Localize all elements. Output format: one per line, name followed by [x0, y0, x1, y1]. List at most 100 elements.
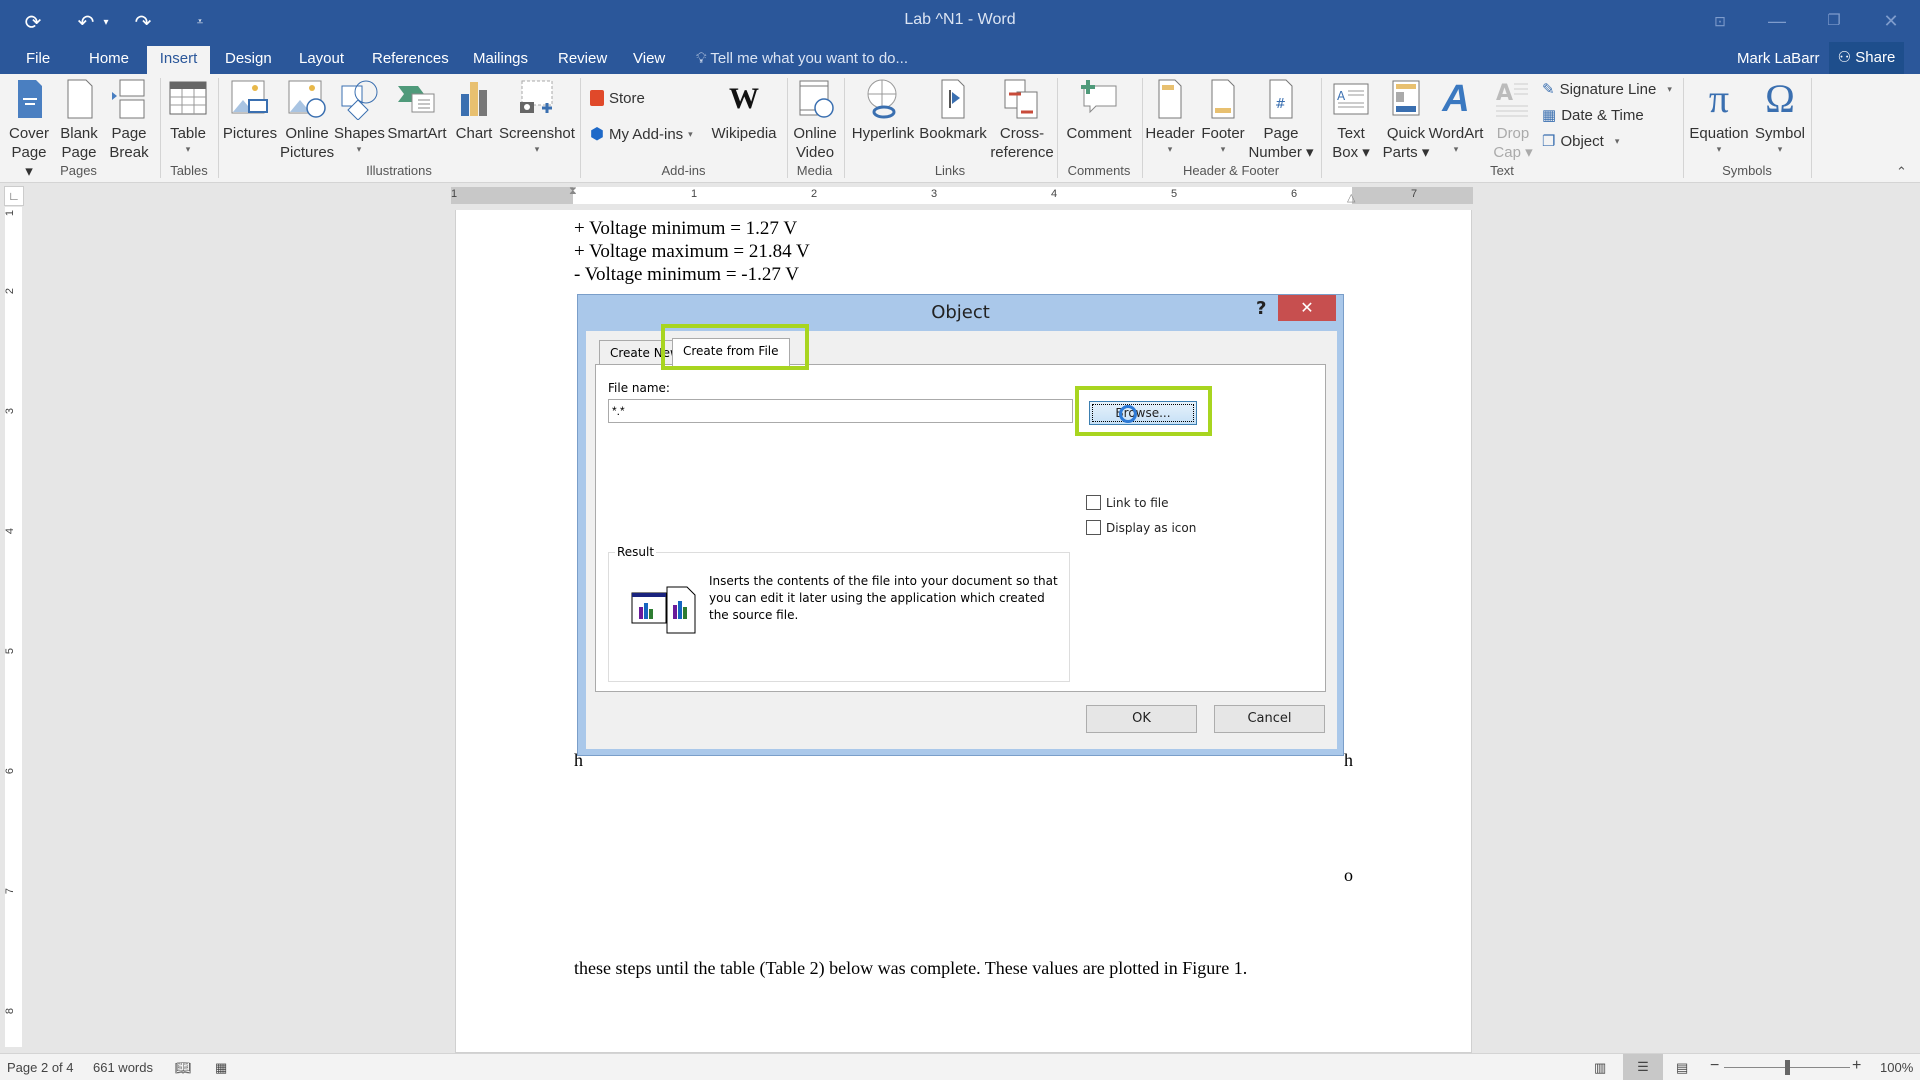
indent-marker-icon[interactable]: ⧗: [569, 185, 577, 198]
ribbon-display-options-icon[interactable]: ⊡: [1700, 6, 1740, 36]
drop-cap-button[interactable]: A Drop Cap ▾: [1490, 78, 1536, 162]
ruler-tick-label: 6: [4, 767, 17, 775]
ruler-tick-label: 1: [451, 188, 458, 200]
collapse-ribbon-icon[interactable]: ⌃: [1896, 164, 1907, 180]
restore-icon[interactable]: ❐: [1814, 6, 1854, 36]
browse-button[interactable]: Browse...: [1089, 401, 1197, 425]
online-pictures-button[interactable]: Online Pictures: [280, 78, 334, 162]
footer-button[interactable]: Footer ▾: [1198, 78, 1248, 155]
bookmark-button[interactable]: Bookmark: [918, 78, 988, 143]
tell-me-search[interactable]: 💡︎ Tell me what you want to do...: [696, 46, 908, 74]
blank-page-button[interactable]: Blank Page: [56, 78, 102, 162]
share-person-icon: ⚇: [1837, 49, 1856, 66]
omega-icon: Ω: [1765, 76, 1795, 121]
horizontal-ruler[interactable]: 1 1 2 3 4 5 6 7 ⧗ △: [451, 185, 1473, 204]
date-time-button[interactable]: ▦ Date & Time: [1542, 103, 1644, 127]
ruler-text-area: [573, 187, 1352, 204]
display-as-icon-checkbox[interactable]: Display as icon: [1086, 520, 1196, 535]
web-layout-icon[interactable]: ▤: [1676, 1060, 1688, 1076]
svg-text:#: #: [1275, 97, 1286, 112]
my-addins-button[interactable]: ⬢ My Add-ins ▾: [590, 122, 693, 146]
ok-button[interactable]: OK: [1086, 705, 1197, 733]
proofing-icon[interactable]: 📖︎: [175, 1060, 192, 1076]
zoom-slider-thumb[interactable]: [1785, 1060, 1790, 1075]
macro-record-icon[interactable]: ▦: [215, 1060, 227, 1076]
dialog-close-button[interactable]: ✕: [1278, 295, 1336, 321]
link-to-file-checkbox[interactable]: Link to file: [1086, 495, 1169, 510]
pictures-button[interactable]: Pictures: [222, 78, 278, 143]
shapes-button[interactable]: Shapes ▾: [334, 78, 385, 155]
user-name[interactable]: Mark LaBarr: [1737, 46, 1820, 74]
word-count[interactable]: 661 words: [93, 1060, 153, 1075]
screenshot-button[interactable]: Screenshot ▾: [499, 78, 575, 155]
header-button[interactable]: Header ▾: [1144, 78, 1196, 155]
tab-mailings[interactable]: Mailings: [467, 46, 534, 74]
cross-reference-button[interactable]: Cross-reference: [990, 78, 1054, 162]
tab-file[interactable]: File: [20, 46, 56, 74]
checkbox-box: [1086, 495, 1101, 510]
vertical-ruler[interactable]: 1 2 3 4 5 6 7 8: [4, 207, 22, 1047]
table-icon: [167, 78, 209, 120]
pictures-icon: [229, 78, 271, 120]
bookmark-icon: [932, 78, 974, 120]
dropdown-arrow-icon: ▾: [688, 128, 693, 139]
tab-review[interactable]: Review: [552, 46, 613, 74]
online-video-button[interactable]: Online Video: [790, 78, 840, 162]
table-button[interactable]: Table ▾: [163, 78, 213, 155]
quick-parts-icon: [1385, 78, 1427, 120]
smartart-button[interactable]: SmartArt: [385, 78, 449, 143]
text-box-button[interactable]: A Text Box ▾: [1325, 78, 1377, 162]
embedded-chart-file-icon: [631, 583, 699, 635]
zoom-out-button[interactable]: −: [1710, 1057, 1719, 1075]
busy-cursor-icon: [1119, 405, 1137, 423]
hyperlink-button[interactable]: Hyperlink: [848, 78, 918, 143]
comment-button[interactable]: Comment: [1062, 78, 1136, 143]
online-video-icon: [794, 78, 836, 120]
signature-line-icon: ✎: [1542, 81, 1555, 98]
read-mode-icon[interactable]: ▥: [1594, 1060, 1606, 1076]
symbol-button[interactable]: Ω Symbol ▾: [1752, 78, 1808, 155]
page-break-button[interactable]: Page Break: [106, 78, 152, 162]
page-count[interactable]: Page 2 of 4: [7, 1060, 74, 1075]
wikipedia-button[interactable]: W Wikipedia: [708, 78, 780, 143]
shapes-icon: [338, 78, 380, 121]
ruler-tick-label: 1: [4, 209, 17, 217]
help-icon[interactable]: ?: [1256, 298, 1266, 319]
ruler-tick-label: 2: [811, 188, 818, 200]
tab-design[interactable]: Design: [219, 46, 278, 74]
tab-layout[interactable]: Layout: [293, 46, 350, 74]
doc-line: these steps until the table (Table 2) be…: [574, 958, 1248, 978]
group-label-header-footer: Header & Footer: [1182, 163, 1280, 178]
equation-button[interactable]: π Equation ▾: [1688, 78, 1750, 155]
ruler-tick-label: 7: [1411, 188, 1418, 200]
share-button[interactable]: ⚇ Share: [1829, 42, 1904, 74]
ruler-tick-label: 4: [4, 527, 17, 535]
cancel-button[interactable]: Cancel: [1214, 705, 1325, 733]
object-icon: ❐: [1542, 133, 1556, 150]
right-indent-marker-icon[interactable]: △: [1347, 191, 1355, 204]
tab-insert[interactable]: Insert: [147, 46, 210, 74]
svg-text:A: A: [1496, 81, 1513, 106]
zoom-percentage[interactable]: 100%: [1880, 1060, 1913, 1075]
comment-icon: [1078, 78, 1120, 120]
ruler-tick-label: 1: [691, 188, 698, 200]
window-title: Lab ^N1 - Word: [904, 11, 1016, 28]
print-layout-icon[interactable]: ☰: [1623, 1054, 1663, 1080]
object-button[interactable]: ❐ Object ▾: [1542, 129, 1619, 153]
file-name-input[interactable]: [608, 399, 1073, 423]
page-number-button[interactable]: # Page Number ▾: [1248, 78, 1314, 162]
tab-view[interactable]: View: [627, 46, 671, 74]
tab-selector[interactable]: ∟: [4, 186, 24, 206]
tab-references[interactable]: References: [366, 46, 455, 74]
ruler-tick-label: 8: [4, 1007, 17, 1015]
store-button[interactable]: Store: [590, 86, 645, 110]
close-window-icon[interactable]: ✕: [1871, 6, 1911, 36]
wordart-button[interactable]: A WordArt ▾: [1426, 78, 1486, 155]
signature-line-button[interactable]: ✎ Signature Line ▾: [1542, 77, 1672, 101]
chart-button[interactable]: Chart: [451, 78, 497, 143]
zoom-in-button[interactable]: +: [1852, 1057, 1861, 1075]
ruler-tick-label: 2: [4, 287, 17, 295]
tab-home[interactable]: Home: [83, 46, 135, 74]
minimize-icon[interactable]: —: [1757, 6, 1797, 36]
tab-create-from-file[interactable]: Create from File: [672, 338, 790, 366]
